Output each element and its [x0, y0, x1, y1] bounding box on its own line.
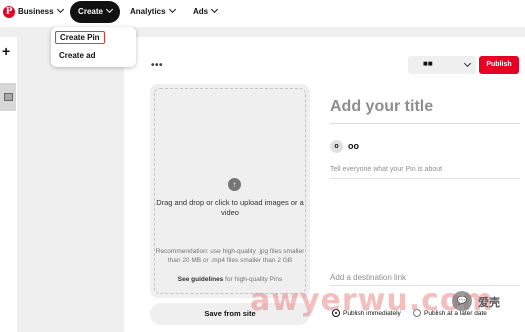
description-underline	[330, 178, 520, 179]
nav-business-label: Business	[18, 7, 54, 16]
upload-arrow-icon: ↑	[228, 178, 241, 191]
destination-link-input[interactable]: Add a destination link	[330, 273, 406, 282]
title-underline	[330, 123, 520, 124]
top-nav-bar: P Business Create Analytics Ads	[0, 0, 525, 27]
chevron-down-icon	[168, 5, 176, 14]
menu-item-create-pin[interactable]: Create Pin	[55, 31, 105, 44]
nav-analytics-label: Analytics	[130, 7, 166, 16]
board-select[interactable]: ■■	[408, 56, 476, 74]
upload-recommendation: Recommendation: use high-quality .jpg fi…	[155, 248, 305, 264]
nav-ads[interactable]: Ads	[193, 5, 219, 16]
board-select-value: ■■	[423, 59, 433, 68]
chevron-down-icon	[211, 5, 219, 14]
menu-item-create-ad[interactable]: Create ad	[59, 51, 95, 60]
nav-create[interactable]: Create	[70, 1, 120, 23]
username: oo	[348, 141, 359, 151]
upload-dropzone[interactable]: ↑	[150, 84, 310, 298]
pinterest-logo-icon[interactable]: P	[3, 6, 15, 18]
draft-sidebar	[0, 37, 17, 332]
guidelines-text: See guidelines for high-quality Pins	[150, 276, 310, 283]
add-pin-icon[interactable]: +	[2, 43, 10, 59]
guidelines-suffix: for high-quality Pins	[223, 276, 283, 283]
nav-ads-label: Ads	[193, 7, 209, 16]
avatar: o	[330, 140, 343, 153]
chevron-down-icon	[56, 5, 64, 14]
publish-button[interactable]: Publish	[479, 56, 519, 74]
image-icon	[4, 93, 13, 101]
wechat-icon: 💬	[452, 291, 472, 311]
chevron-down-icon	[463, 59, 472, 68]
nav-business[interactable]: Business	[18, 5, 64, 16]
more-options-icon[interactable]: •••	[151, 60, 163, 71]
description-input[interactable]: Tell everyone what your Pin is about	[330, 166, 442, 173]
create-dropdown-menu: Create Pin Create ad	[51, 27, 136, 67]
guidelines-link[interactable]: See guidelines	[178, 276, 224, 283]
nav-create-label: Create	[78, 7, 103, 16]
draft-thumbnail[interactable]	[0, 83, 16, 111]
chevron-down-icon	[105, 5, 113, 14]
upload-instruction: Drag and drop or click to upload images …	[156, 198, 304, 217]
watermark-brand: 爱壳	[478, 297, 500, 309]
title-input[interactable]: Add your title	[330, 98, 433, 116]
nav-analytics[interactable]: Analytics	[130, 5, 176, 16]
